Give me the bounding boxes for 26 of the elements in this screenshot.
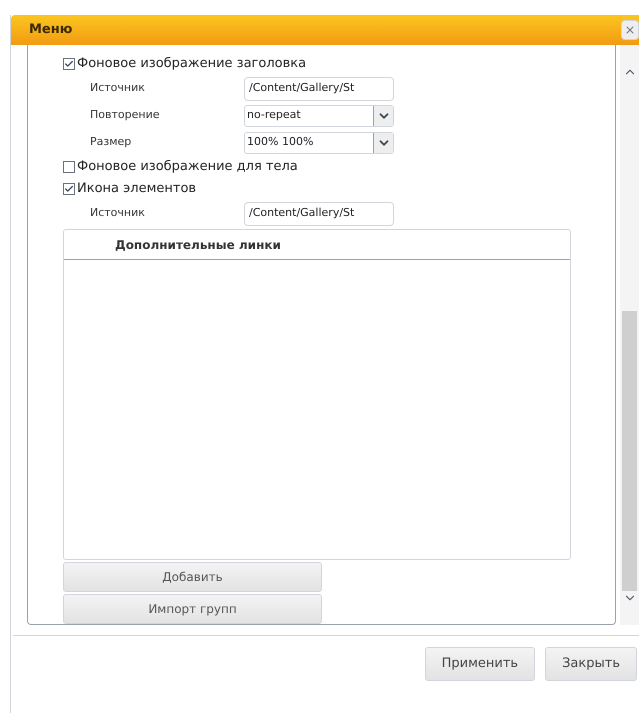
checkbox[interactable] [63, 183, 75, 195]
input-field[interactable]: /Content/Gallery/St [244, 76, 394, 100]
check-icon [64, 184, 74, 194]
checkbox[interactable] [63, 161, 75, 173]
checkbox[interactable] [63, 58, 75, 70]
field-label: Источник [90, 205, 146, 222]
field-label: Размер [90, 134, 132, 150]
scrollbar[interactable] [620, 45, 639, 625]
window-title: Меню [29, 21, 72, 40]
select-field[interactable]: 100% 100% [244, 132, 394, 154]
action-button[interactable]: Импорт групп [63, 594, 322, 624]
action-button[interactable]: Добавить [63, 562, 322, 592]
field-label: Повторение [90, 107, 160, 124]
checkbox-label: Фоновое изображение для тела [77, 158, 298, 176]
checkbox-label: Икона элементов [77, 180, 196, 198]
close-icon [624, 24, 636, 36]
input-field[interactable]: /Content/Gallery/St [244, 202, 394, 226]
column-header: Дополнительные линки [115, 236, 281, 254]
field-label: Источник [90, 80, 146, 96]
scrollbar-thumb[interactable] [622, 311, 637, 591]
checkbox-label: Фоновое изображение заголовка [77, 55, 306, 74]
select-field[interactable]: no-repeat [244, 104, 394, 126]
dialog-button[interactable]: Закрыть [545, 647, 637, 681]
close-button[interactable] [621, 20, 639, 40]
dialog-button[interactable]: Применить [424, 647, 536, 681]
check-icon [64, 59, 74, 69]
